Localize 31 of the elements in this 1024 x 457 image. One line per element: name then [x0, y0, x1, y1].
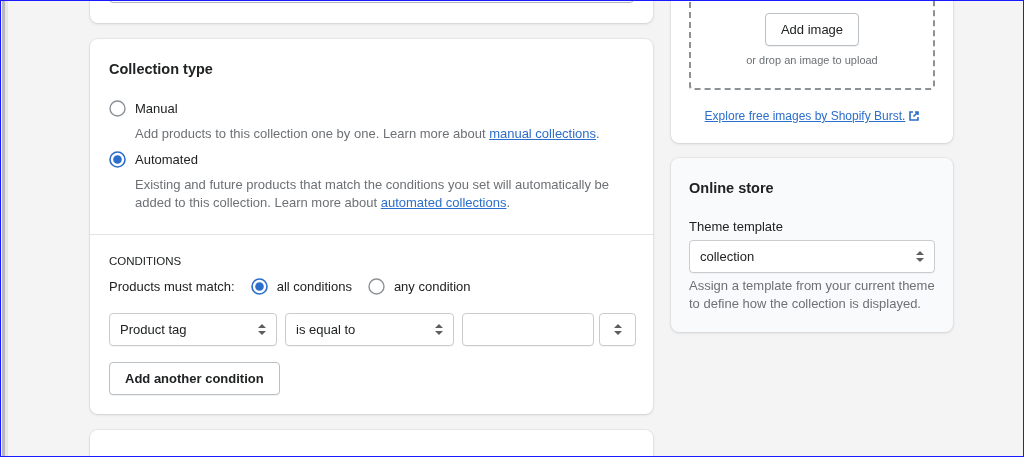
card-title: Online store: [689, 180, 775, 196]
sort-arrows-icon: [258, 324, 266, 335]
card-title: Collection type: [109, 61, 214, 77]
radio-label[interactable]: Automated: [135, 152, 198, 167]
option-description: Add products to this collection one by one. Learn more about manual collections.: [135, 125, 601, 143]
section-heading: CONDITIONS: [109, 255, 183, 267]
radio-label[interactable]: any condition: [393, 279, 471, 294]
match-label: Products must match:: [109, 279, 235, 294]
select-field[interactable]: is equal to: [285, 313, 454, 346]
select-field[interactable]: Product tag: [109, 313, 277, 346]
external-link-icon: [909, 111, 920, 121]
sort-arrows-icon: [435, 324, 443, 335]
radio-button[interactable]: [250, 278, 268, 295]
select-field[interactable]: collection: [689, 240, 935, 273]
radio-label[interactable]: all conditions: [276, 279, 352, 294]
radio-button[interactable]: [367, 278, 385, 295]
sort-arrows-icon: [916, 251, 924, 262]
radio-button[interactable]: [109, 151, 126, 168]
select-field[interactable]: [599, 313, 636, 346]
explore-images-link[interactable]: Explore free images by Shopify Burst.: [704, 109, 906, 123]
field-label: Theme template: [689, 219, 784, 234]
drop-zone[interactable]: Add image or drop an image to upload: [689, 1, 935, 90]
input-field[interactable]: [462, 313, 594, 346]
radio-label[interactable]: Manual: [135, 101, 178, 116]
drop-hint: or drop an image to upload: [746, 54, 878, 66]
help-text: Assign a template from your current theme to define how the collection is displayed.: [689, 277, 935, 313]
add-condition-button[interactable]: Add another condition: [109, 362, 280, 395]
add-image-button[interactable]: Add image: [764, 13, 860, 46]
radio-button[interactable]: [109, 100, 126, 117]
option-description: Existing and future products that match the conditions you set will automatically be added to this collection. Learn more about automated collections.: [135, 176, 611, 212]
sort-arrows-icon: [613, 324, 622, 335]
